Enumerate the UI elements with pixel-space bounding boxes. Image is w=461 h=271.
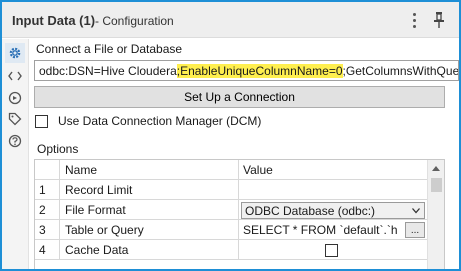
annotation-icon[interactable] [5, 88, 25, 108]
connect-label: Connect a File or Database [36, 42, 183, 56]
tag-icon[interactable] [5, 109, 25, 129]
connection-string-part3: ;GetColumnsWithQuery=1 [342, 64, 459, 78]
query-text: SELECT * FROM `default`.`h [243, 223, 398, 237]
options-grid: Name Value 1 Record Limit 2 File Format … [34, 159, 445, 269]
grid-scrollbar[interactable] [427, 160, 444, 269]
connection-string-input[interactable]: odbc:DSN=Hive Cloudera;EnableUniqueColum… [34, 60, 459, 81]
configuration-window: Input Data (1) - Configuration Connect a… [0, 0, 461, 271]
grid-header-row: Name Value [35, 160, 427, 180]
window-subtitle: - Configuration [95, 14, 174, 28]
file-format-value: ODBC Database (odbc:) [245, 203, 376, 218]
header-name: Name [60, 160, 239, 180]
titlebar: Input Data (1) - Configuration [2, 2, 459, 38]
table-row[interactable]: 1 Record Limit [35, 180, 427, 200]
row-name: Record Limit [60, 180, 239, 200]
table-row[interactable]: 2 File Format ODBC Database (odbc:) [35, 200, 427, 220]
header-value: Value [243, 163, 273, 177]
row-name: File Format [60, 200, 239, 220]
row-number: 2 [35, 200, 60, 220]
file-format-select[interactable]: ODBC Database (odbc:) [241, 202, 425, 219]
setup-connection-button[interactable]: Set Up a Connection [34, 86, 445, 108]
code-icon[interactable] [5, 66, 25, 86]
scroll-up-icon[interactable] [432, 166, 440, 171]
table-query-value[interactable]: SELECT * FROM `default`.`h [239, 220, 427, 240]
cache-data-cell [239, 240, 427, 260]
row-name: Cache Data [60, 240, 239, 260]
sidebar [2, 39, 29, 269]
window-title: Input Data (1) [12, 13, 96, 28]
row-number: 4 [35, 240, 60, 260]
cache-data-checkbox[interactable] [325, 243, 338, 257]
gear-icon[interactable] [5, 43, 25, 63]
configuration-content: Connect a File or Database odbc:DSN=Hive… [30, 39, 459, 269]
row-name: Table or Query [60, 220, 239, 240]
options-label: Options [37, 142, 79, 156]
row-number: 1 [35, 180, 60, 200]
more-vertical-icon[interactable] [407, 10, 421, 30]
dcm-checkbox[interactable] [35, 114, 48, 128]
table-row[interactable]: 4 Cache Data [35, 240, 427, 260]
table-row[interactable]: 3 Table or Query SELECT * FROM `default`… [35, 220, 427, 240]
connection-string-part1: odbc:DSN=Hive Cloudera [39, 64, 177, 78]
dcm-label: Use Data Connection Manager (DCM) [58, 114, 262, 128]
pin-icon[interactable] [432, 11, 446, 29]
dcm-option: Use Data Connection Manager (DCM) [35, 113, 261, 129]
chevron-down-icon [412, 208, 420, 214]
connection-string-highlight: ;EnableUniqueColumnName=0 [176, 64, 343, 78]
scrollbar-thumb[interactable] [431, 178, 442, 192]
record-limit-value[interactable] [239, 180, 427, 200]
query-browse-button[interactable]: ... [405, 222, 425, 238]
row-number: 3 [35, 220, 60, 240]
header-num-cell [35, 160, 60, 180]
help-icon[interactable] [5, 131, 25, 151]
